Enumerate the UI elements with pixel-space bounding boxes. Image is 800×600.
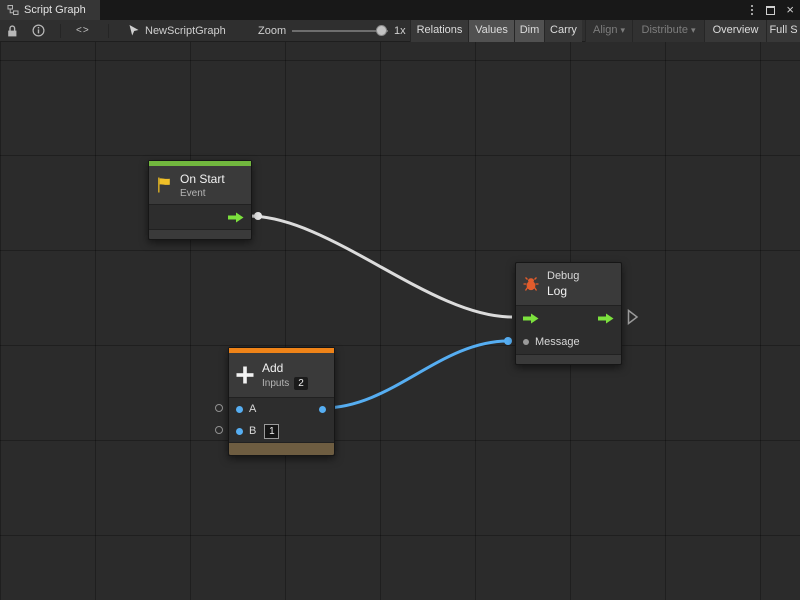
relations-toggle[interactable]: Relations xyxy=(410,20,468,42)
code-icon[interactable]: <> xyxy=(76,25,90,36)
flag-icon xyxy=(155,176,173,194)
lock-icon[interactable] xyxy=(6,24,19,38)
input-port-b[interactable] xyxy=(236,428,243,435)
chevron-down-icon: ▾ xyxy=(691,25,696,35)
zoom-slider[interactable] xyxy=(292,30,388,32)
node-ports xyxy=(149,204,251,230)
titlebar: Script Graph × xyxy=(0,0,800,20)
toolbar-separator xyxy=(108,24,109,38)
port-a-row: A xyxy=(229,398,334,420)
node-titles: On Start Event xyxy=(180,172,225,199)
plus-icon xyxy=(235,365,255,385)
node-footer xyxy=(149,230,251,239)
zoom-label: Zoom xyxy=(258,25,286,37)
dim-toggle[interactable]: Dim xyxy=(514,20,544,42)
flow-input-port[interactable] xyxy=(523,313,539,324)
zoom-value: 1x xyxy=(394,25,406,37)
input-port-a[interactable] xyxy=(236,406,243,413)
node-debug-log[interactable]: Debug Log Message xyxy=(515,262,622,365)
flow-output-port[interactable] xyxy=(228,212,244,223)
unconnected-port-hint[interactable] xyxy=(215,404,223,412)
node-footer xyxy=(229,443,334,455)
close-icon[interactable]: × xyxy=(786,0,794,20)
wires-layer xyxy=(0,42,800,600)
chevron-down-icon: ▾ xyxy=(620,25,625,35)
data-wire-add-to-message[interactable] xyxy=(323,341,508,408)
tab-script-graph[interactable]: Script Graph xyxy=(0,0,100,20)
tab-title: Script Graph xyxy=(24,4,86,16)
node-title: On Start xyxy=(180,172,225,186)
window-controls: × xyxy=(749,0,794,20)
inputs-label: Inputs xyxy=(262,378,289,389)
node-titles: Debug Log xyxy=(547,270,579,298)
node-titles: Add Inputs 2 xyxy=(262,361,308,390)
trigger-row xyxy=(516,306,621,330)
graph-toolbar: <> NewScriptGraph Zoom 1x Relations Valu… xyxy=(0,20,800,42)
align-label: Align xyxy=(593,24,617,36)
node-title: Add xyxy=(262,361,308,375)
bug-icon xyxy=(522,275,540,293)
distribute-label: Distribute xyxy=(642,24,688,36)
graph-asset-icon xyxy=(128,24,140,37)
values-toggle[interactable]: Values xyxy=(468,20,514,42)
output-port-sum[interactable] xyxy=(319,406,326,413)
unconnected-port-hint[interactable] xyxy=(215,426,223,434)
node-subtitle: Event xyxy=(180,188,225,199)
message-port-label: Message xyxy=(535,336,580,348)
input-count-badge[interactable]: 2 xyxy=(294,377,308,390)
graph-tab-icon xyxy=(7,4,19,16)
wire-endpoint xyxy=(254,212,262,220)
graph-canvas[interactable]: On Start Event xyxy=(0,42,800,600)
control-wire-onstart-to-log[interactable] xyxy=(249,216,512,317)
node-header[interactable]: Debug Log xyxy=(516,263,621,305)
flow-output-port[interactable] xyxy=(598,313,614,324)
port-a-label: A xyxy=(249,403,256,415)
toolbar-separator xyxy=(60,24,61,38)
wire-endpoint xyxy=(504,337,512,345)
graph-name-label[interactable]: NewScriptGraph xyxy=(145,25,226,37)
port-b-value-field[interactable]: 1 xyxy=(264,424,279,439)
node-subtitle: Log xyxy=(547,284,579,298)
info-icon[interactable] xyxy=(32,24,45,37)
node-ports: Message xyxy=(516,305,621,355)
fullscreen-button[interactable]: Full S xyxy=(766,20,800,42)
script-graph-window: Script Graph × <> NewScriptGraph Zoom 1x xyxy=(0,0,800,600)
message-input-port[interactable] xyxy=(523,339,529,345)
node-ports: A B 1 xyxy=(229,397,334,443)
maximize-icon[interactable] xyxy=(766,6,775,15)
node-add[interactable]: Add Inputs 2 A B 1 xyxy=(228,347,335,456)
align-dropdown[interactable]: Align▾ xyxy=(585,20,632,42)
carry-toggle[interactable]: Carry xyxy=(544,20,582,42)
node-on-start[interactable]: On Start Event xyxy=(148,160,252,240)
port-b-row: B 1 xyxy=(229,420,334,442)
node-footer xyxy=(516,355,621,364)
overview-button[interactable]: Overview xyxy=(704,20,766,42)
message-input-row: Message xyxy=(516,330,621,354)
node-title: Debug xyxy=(547,270,579,282)
unconnected-flow-hint-icon[interactable] xyxy=(627,309,639,325)
node-header[interactable]: On Start Event xyxy=(149,166,251,204)
zoom-slider-handle[interactable] xyxy=(376,25,387,36)
node-header[interactable]: Add Inputs 2 xyxy=(229,353,334,397)
menu-icon[interactable] xyxy=(749,3,755,17)
node-subtitle: Inputs 2 xyxy=(262,377,308,390)
distribute-dropdown[interactable]: Distribute▾ xyxy=(632,20,704,42)
trigger-output-row xyxy=(149,205,251,229)
port-b-label: B xyxy=(249,425,256,437)
